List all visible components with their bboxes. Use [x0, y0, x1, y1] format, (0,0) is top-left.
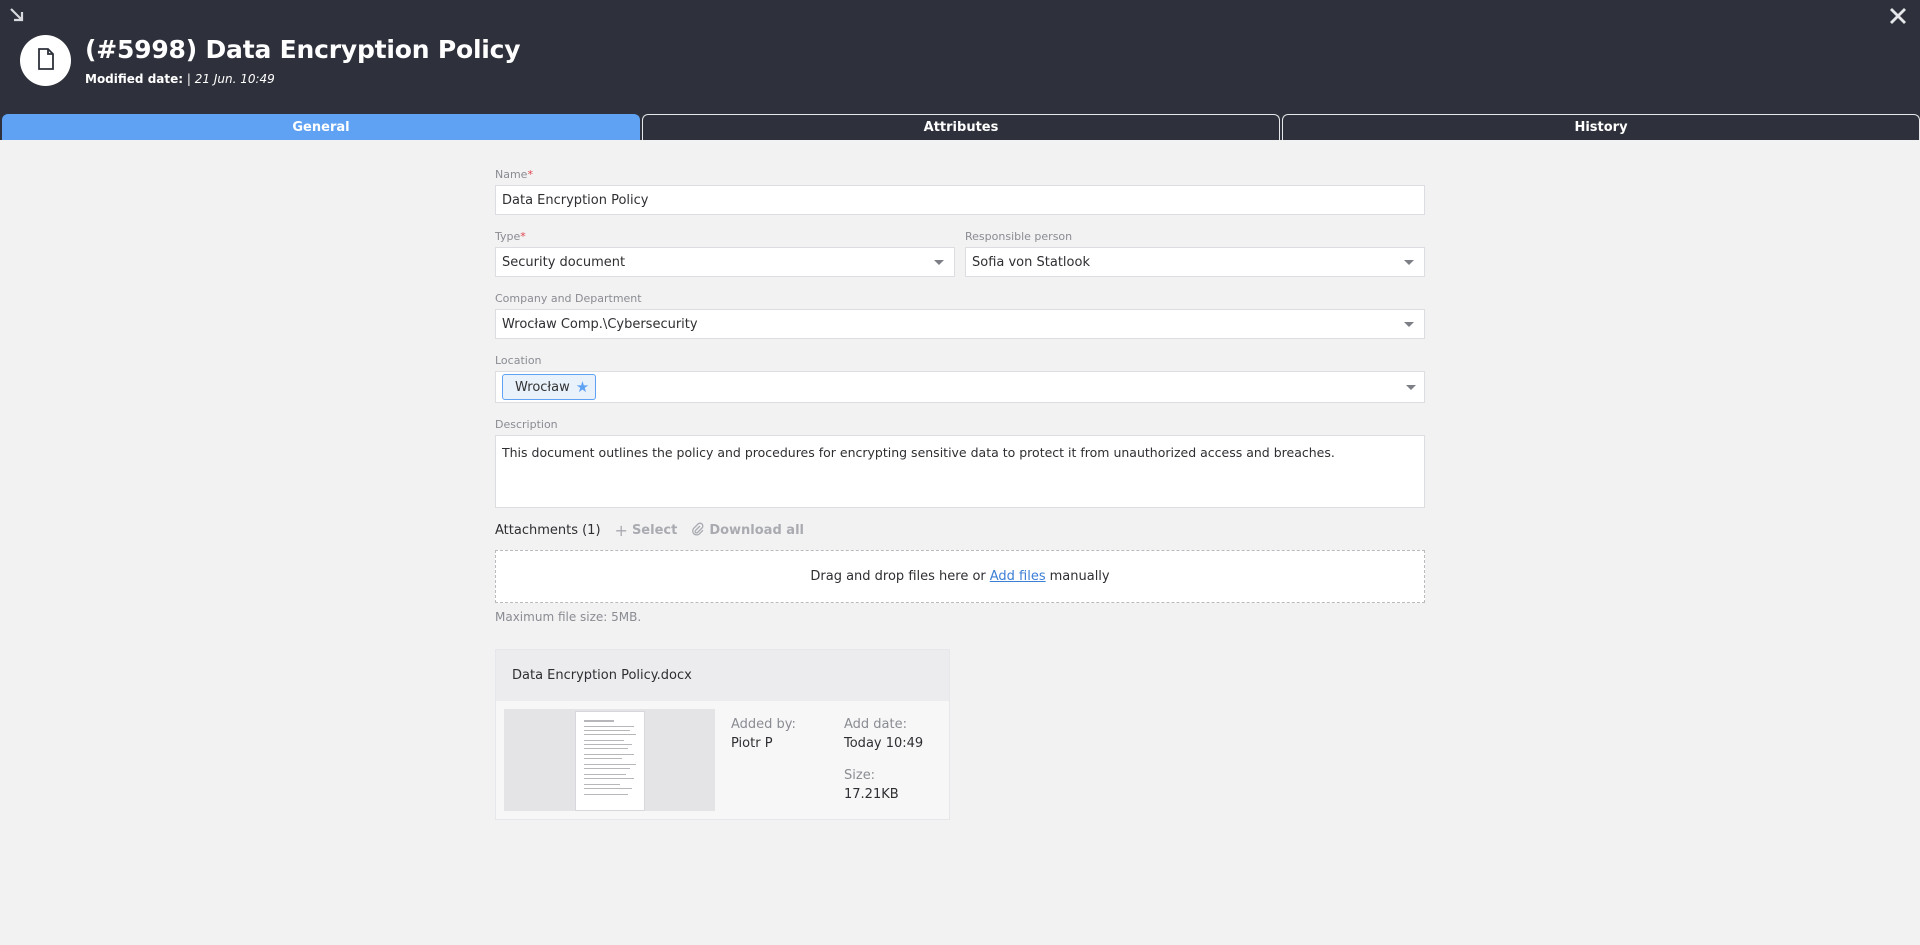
add-date-meta: Add date: Today 10:49 [844, 717, 923, 751]
location-select[interactable]: Wrocław ★ [495, 371, 1425, 403]
attachment-thumbnail[interactable] [504, 709, 715, 811]
dropzone-row: Drag and drop files here or Add files ma… [495, 550, 1425, 603]
description-label: Description [495, 418, 558, 431]
location-chip[interactable]: Wrocław ★ [502, 374, 597, 400]
location-chip-label: Wrocław [515, 379, 570, 395]
attachment-filename[interactable]: Data Encryption Policy.docx [496, 650, 949, 701]
chevron-down-icon [1404, 322, 1414, 327]
add-files-link[interactable]: Add files [990, 569, 1046, 584]
add-date-value: Today 10:49 [844, 736, 924, 751]
plus-icon: + [614, 520, 628, 540]
dropzone-text: Drag and drop files here or [810, 569, 986, 584]
description-textarea[interactable]: This document outlines the policy and pr… [495, 435, 1425, 508]
type-group: Type* Security document [495, 230, 955, 277]
company-value: Wrocław Comp.\Cybersecurity [502, 316, 698, 332]
description-row: Description This document outlines the p… [495, 418, 1425, 508]
download-all-button[interactable]: Download all [691, 521, 804, 540]
max-file-size: Maximum file size: 5MB. [495, 610, 642, 624]
document-avatar [20, 35, 71, 86]
responsible-label: Responsible person [965, 230, 1073, 243]
size-meta: Size: 17.21KB [844, 768, 899, 802]
close-icon[interactable] [1886, 4, 1910, 28]
attachments-title: Attachments (1) [495, 522, 601, 538]
chevron-down-icon [1404, 260, 1414, 265]
add-date-label: Add date: [844, 717, 907, 732]
record-header: (#5998) Data Encryption Policy Modified … [0, 0, 1920, 140]
document-preview [575, 711, 645, 811]
chevron-down-icon [1406, 385, 1416, 390]
maxsize-row: Maximum file size: 5MB. [495, 610, 1425, 624]
company-label: Company and Department [495, 292, 642, 305]
attachment-card[interactable]: Data Encryption Policy.docx Added by: Pi… [495, 649, 950, 820]
tab-attributes[interactable]: Attributes [642, 114, 1280, 140]
document-icon [37, 48, 55, 73]
size-label: Size: [844, 768, 876, 783]
file-dropzone[interactable]: Drag and drop files here or Add files ma… [495, 550, 1425, 603]
name-label: Name* [495, 168, 533, 181]
added-by-value: Piotr P [731, 736, 773, 751]
select-files-button[interactable]: + Select [615, 521, 678, 540]
star-icon[interactable]: ★ [576, 378, 589, 396]
type-label: Type* [495, 230, 526, 243]
modified-date-value: | 21 Jun. 10:49 [186, 72, 275, 86]
added-by-label: Added by: [731, 717, 796, 732]
attachments-header: Attachments (1) + Select Download all [495, 520, 1425, 540]
modified-date: Modified date: | 21 Jun. 10:49 [85, 72, 275, 86]
chevron-down-icon [934, 260, 944, 265]
name-field[interactable]: Data Encryption Policy [495, 185, 1425, 215]
tab-general[interactable]: General [2, 114, 640, 140]
location-row: Location Wrocław ★ [495, 354, 1425, 403]
company-select[interactable]: Wrocław Comp.\Cybersecurity [495, 309, 1425, 339]
type-value: Security document [502, 254, 626, 270]
responsible-select[interactable]: Sofia von Statlook [965, 247, 1425, 277]
minimize-arrow-icon[interactable] [6, 4, 28, 26]
added-by-meta: Added by: Piotr P [731, 717, 796, 751]
modified-date-label: Modified date: [85, 72, 184, 86]
responsible-group: Responsible person Sofia von Statlook [965, 230, 1425, 277]
dropzone-suffix: manually [1049, 569, 1110, 584]
name-row: Name* Data Encryption Policy [495, 168, 1425, 215]
paperclip-icon [691, 521, 705, 540]
size-value: 17.21KB [844, 787, 899, 802]
tab-history[interactable]: History [1282, 114, 1920, 140]
company-row: Company and Department Wrocław Comp.\Cyb… [495, 292, 1425, 339]
responsible-value: Sofia von Statlook [972, 254, 1090, 270]
tab-bar: General Attributes History [0, 114, 1920, 140]
page-title: (#5998) Data Encryption Policy [85, 35, 521, 64]
location-label: Location [495, 354, 542, 367]
type-select[interactable]: Security document [495, 247, 955, 277]
